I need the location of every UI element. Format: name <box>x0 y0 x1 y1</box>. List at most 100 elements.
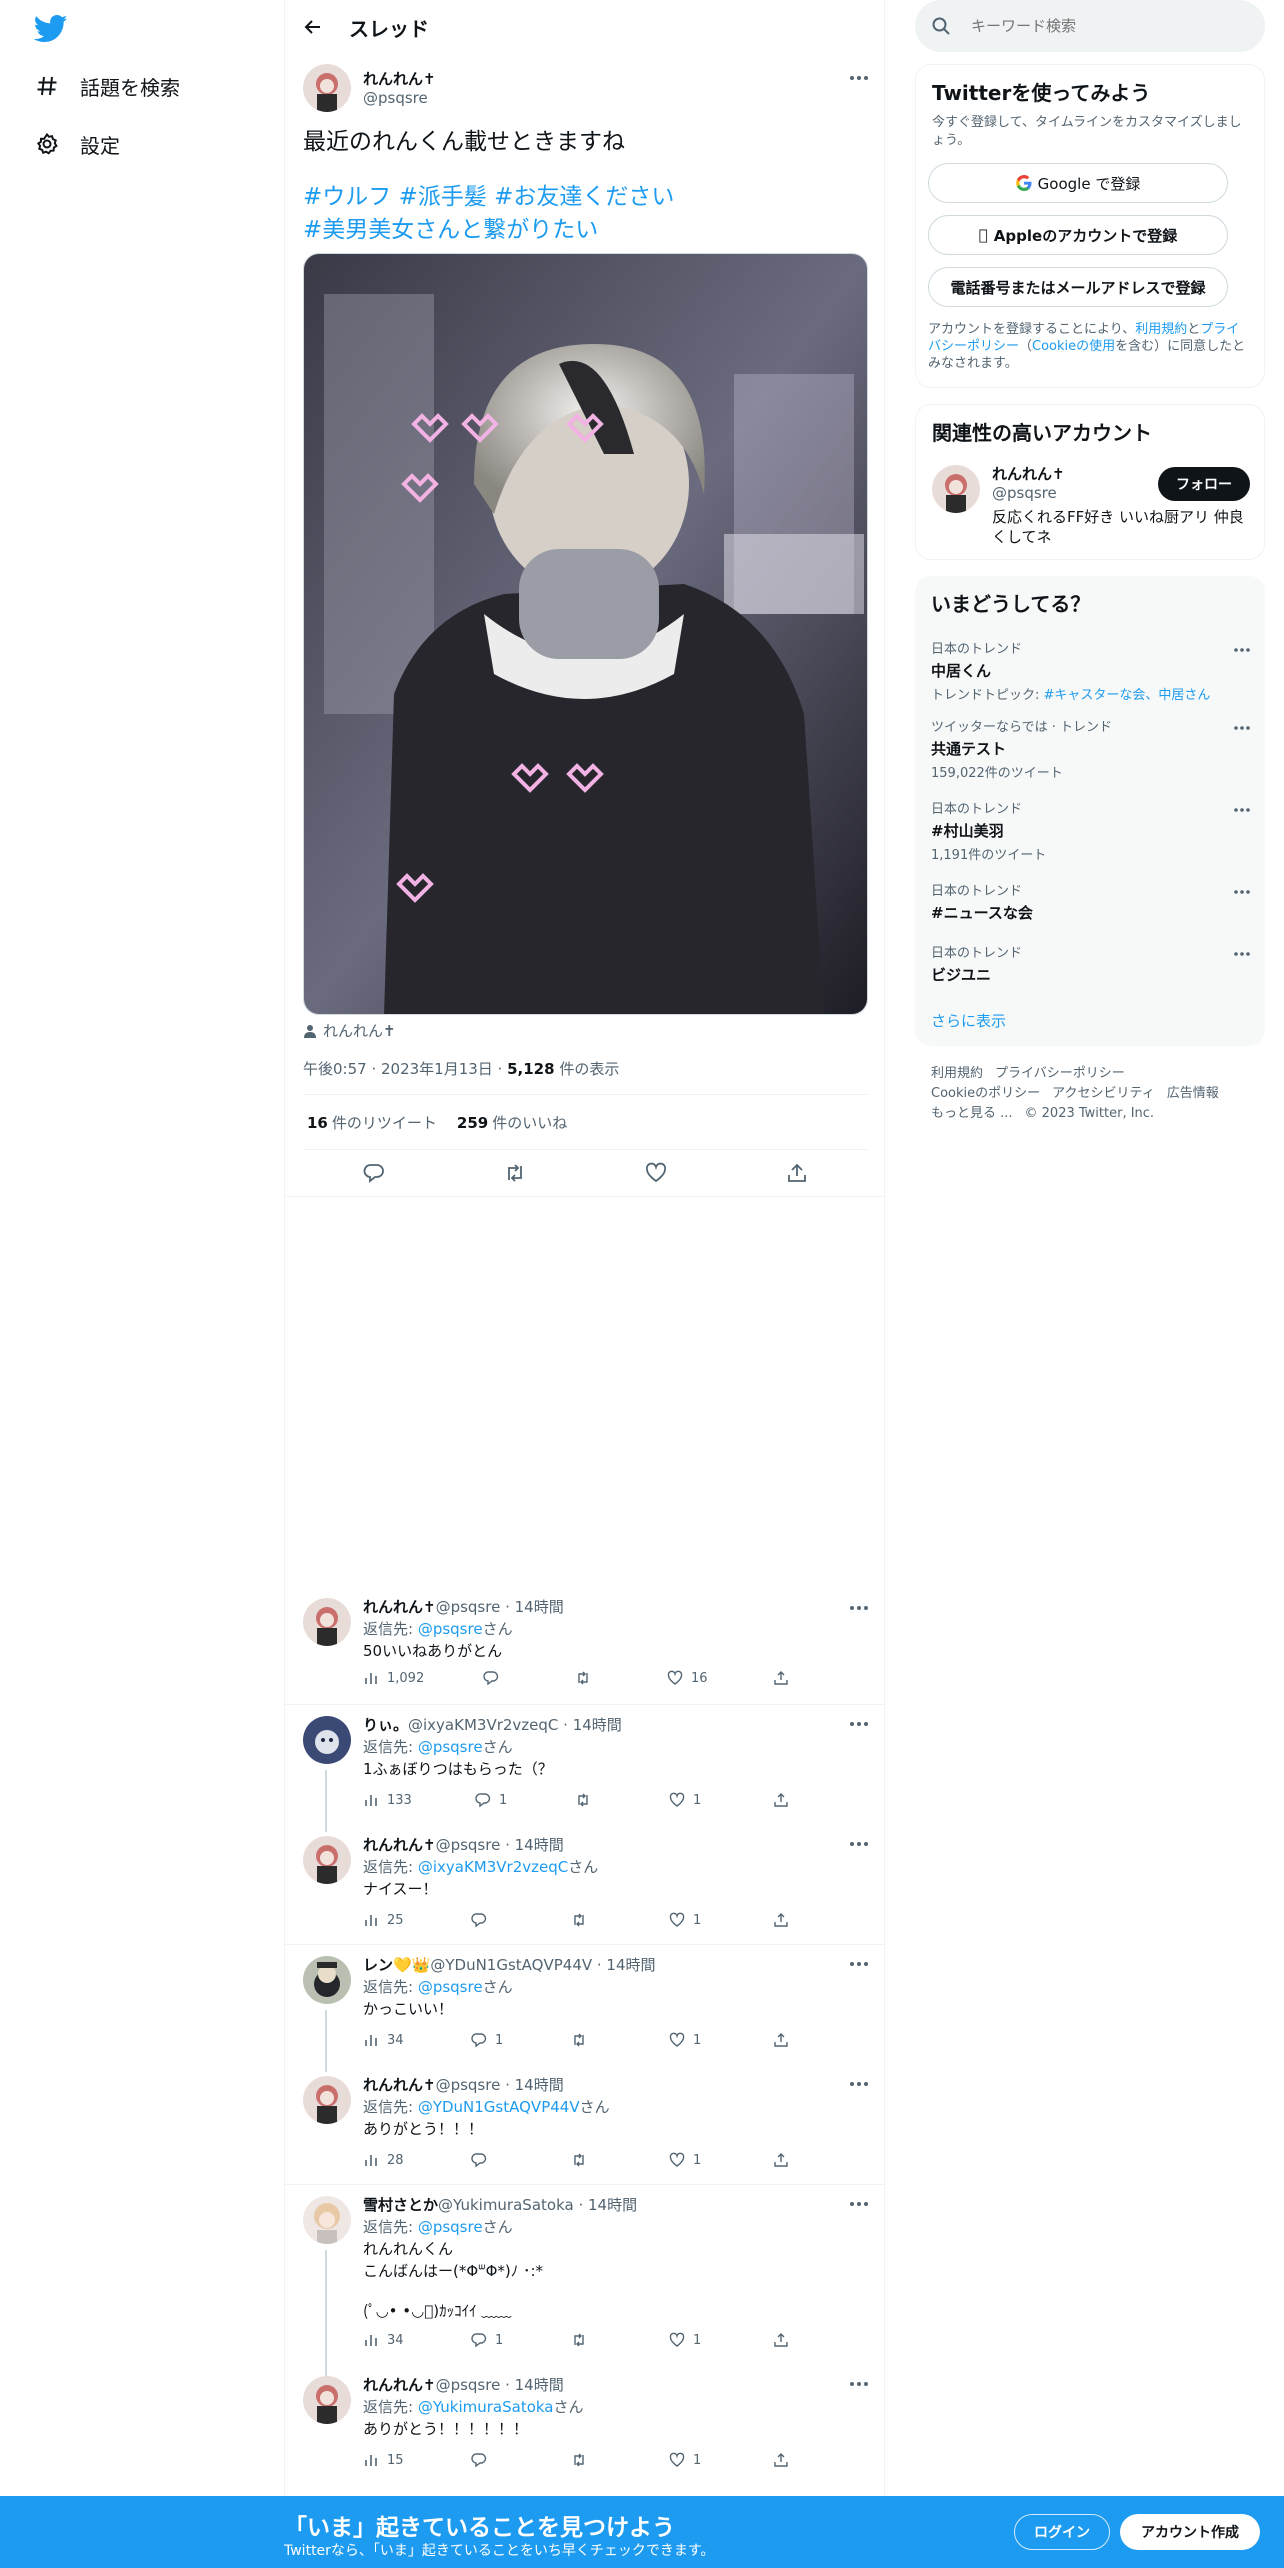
avatar[interactable] <box>303 1716 351 1764</box>
share-icon[interactable] <box>773 2152 789 2168</box>
share-icon[interactable] <box>773 2032 789 2048</box>
reply-author-handle[interactable]: @psqsre · 14時間 <box>436 1598 564 1616</box>
retweet-stat[interactable]: 16 件のリツイート <box>307 1112 437 1133</box>
like-icon[interactable]: 1 <box>669 2332 701 2348</box>
footer-tos-link[interactable]: 利用規約 <box>931 1066 983 1081</box>
related-account-name[interactable]: れんれん✝ <box>992 463 1065 484</box>
reply-author-handle[interactable]: @YDuN1GstAQVP44V · 14時間 <box>430 1956 655 1974</box>
retweet-icon[interactable] <box>571 1912 587 1928</box>
reply-author-name[interactable]: れんれん✝ <box>363 1836 436 1854</box>
retweet-icon[interactable] <box>571 2452 587 2468</box>
retweet-icon[interactable] <box>575 1670 591 1686</box>
views-stat[interactable]: 15 <box>363 2452 404 2468</box>
avatar[interactable] <box>932 465 980 513</box>
reply-author-name[interactable]: れんれん✝ <box>363 2376 436 2394</box>
apple-signup-button[interactable]:  Appleのアカウントで登録 <box>928 215 1228 255</box>
search-bar[interactable] <box>915 0 1265 52</box>
reply-to-link[interactable]: @psqsre <box>418 1738 483 1756</box>
reply-to-link[interactable]: @psqsre <box>418 1978 483 1996</box>
retweet-icon[interactable] <box>571 2152 587 2168</box>
share-icon[interactable] <box>773 1670 789 1686</box>
author-name[interactable]: れんれん✝ <box>363 68 436 89</box>
trend-item[interactable]: ツイッターならでは · トレンド 共通テスト 159,022件のツイート <box>931 716 1251 781</box>
back-arrow-icon[interactable] <box>299 13 327 41</box>
more-options-icon[interactable] <box>847 1954 871 1974</box>
tweet-photo[interactable] <box>303 253 868 1015</box>
reply-tweet[interactable]: れんれん✝@psqsre · 14時間 返信先: @ixyaKM3Vr2vzeq… <box>285 1832 884 1942</box>
follow-button[interactable]: フォロー <box>1158 467 1250 501</box>
show-more-link[interactable]: さらに表示 <box>931 1010 1006 1031</box>
more-options-icon[interactable] <box>1233 942 1251 961</box>
reply-author-name[interactable]: レン💛👑 <box>363 1956 430 1974</box>
footer-cookie-link[interactable]: Cookieのポリシー <box>931 1086 1040 1101</box>
cookie-link[interactable]: Cookieの使用 <box>1032 339 1115 354</box>
reply-to-link[interactable]: @YDuN1GstAQVP44V <box>418 2098 580 2116</box>
share-icon[interactable] <box>773 2332 789 2348</box>
like-icon[interactable]: 16 <box>667 1670 708 1686</box>
reply-author-handle[interactable]: @psqsre · 14時間 <box>436 2076 564 2094</box>
avatar[interactable] <box>303 64 351 112</box>
tweet-timestamp[interactable]: 午後0:57 · 2023年1月13日 · <box>303 1060 507 1078</box>
reply-to-link[interactable]: @psqsre <box>418 2218 483 2236</box>
tweet-hashtags[interactable]: #美男美女さんと繋がりたい <box>303 214 863 247</box>
reply-author-handle[interactable]: @ixyaKM3Vr2vzeqC · 14時間 <box>408 1716 622 1734</box>
trend-item[interactable]: 日本のトレンド ビジユニ <box>931 942 1251 985</box>
trend-item[interactable]: 日本のトレンド 中居くん トレンドトピック: #キャスターな会、中居さん <box>931 638 1251 703</box>
reply-to-link[interactable]: @ixyaKM3Vr2vzeqC <box>418 1858 568 1876</box>
phone-email-signup-button[interactable]: 電話番号またはメールアドレスで登録 <box>928 267 1228 307</box>
avatar[interactable] <box>303 2076 351 2124</box>
like-icon[interactable]: 1 <box>669 2032 701 2048</box>
reply-tweet[interactable]: りぃ。@ixyaKM3Vr2vzeqC · 14時間 返信先: @psqsreさ… <box>285 1710 884 1830</box>
nav-explore[interactable]: 話題を検索 <box>34 66 180 106</box>
footer-ads-link[interactable]: 広告情報 <box>1167 1086 1219 1101</box>
avatar[interactable] <box>303 2376 351 2424</box>
reply-to-link[interactable]: @psqsre <box>418 1620 483 1638</box>
more-options-icon[interactable] <box>847 2194 871 2214</box>
nav-settings[interactable]: 設定 <box>34 124 120 164</box>
reply-author-name[interactable]: れんれん✝ <box>363 1598 436 1616</box>
trend-item[interactable]: 日本のトレンド #ニュースな会 <box>931 880 1251 923</box>
retweet-icon[interactable] <box>571 2332 587 2348</box>
reply-tweet[interactable]: れんれん✝@psqsre · 14時間 返信先: @YukimuraSatoka… <box>285 2372 884 2482</box>
reply-tweet[interactable]: れんれん✝@psqsre · 14時間 返信先: @psqsreさん 50いいね… <box>285 1590 884 1700</box>
retweet-icon[interactable] <box>571 2032 587 2048</box>
retweet-icon[interactable] <box>575 1792 591 1808</box>
reply-to-link[interactable]: @YukimuraSatoka <box>418 2398 554 2416</box>
more-options-icon[interactable] <box>847 1714 871 1734</box>
share-icon[interactable] <box>773 1792 789 1808</box>
avatar[interactable] <box>303 2196 351 2244</box>
like-icon[interactable]: 1 <box>669 2152 701 2168</box>
tagged-user[interactable]: れんれん✝ <box>303 1020 396 1041</box>
share-icon[interactable] <box>773 2452 789 2468</box>
views-stat[interactable]: 34 <box>363 2332 404 2348</box>
author-handle[interactable]: @psqsre <box>363 89 428 107</box>
login-button[interactable]: ログイン <box>1014 2514 1110 2550</box>
search-input[interactable] <box>971 17 1231 35</box>
avatar[interactable] <box>303 1598 351 1646</box>
reply-author-handle[interactable]: @psqsre · 14時間 <box>436 2376 564 2394</box>
twitter-logo-icon[interactable] <box>33 14 68 44</box>
reply-author-handle[interactable]: @psqsre · 14時間 <box>436 1836 564 1854</box>
more-options-icon[interactable] <box>847 1598 871 1618</box>
reply-icon[interactable] <box>471 2152 487 2168</box>
tweet-hashtags[interactable]: #ウルフ #派手髪 #お友達ください <box>303 181 863 214</box>
share-icon[interactable] <box>783 1159 811 1187</box>
footer-privacy-link[interactable]: プライバシーポリシー <box>995 1066 1125 1081</box>
reply-author-name[interactable]: りぃ。 <box>363 1716 408 1734</box>
avatar[interactable] <box>303 1956 351 2004</box>
more-options-icon[interactable] <box>1233 880 1251 899</box>
google-signup-button[interactable]: Google で登録 <box>928 163 1228 203</box>
related-account-handle[interactable]: @psqsre <box>992 484 1057 502</box>
reply-tweet[interactable]: レン💛👑@YDuN1GstAQVP44V · 14時間 返信先: @psqsre… <box>285 1950 884 2070</box>
tos-link[interactable]: 利用規約 <box>1135 322 1187 337</box>
avatar[interactable] <box>303 1836 351 1884</box>
reply-icon[interactable]: 1 <box>475 1792 507 1808</box>
reply-icon[interactable] <box>471 2452 487 2468</box>
views-stat[interactable]: 28 <box>363 2152 404 2168</box>
footer-more-link[interactable]: もっと見る ... <box>931 1106 1013 1121</box>
reply-icon[interactable]: 1 <box>471 2332 503 2348</box>
reply-icon[interactable] <box>471 1912 487 1928</box>
reply-tweet[interactable]: れんれん✝@psqsre · 14時間 返信先: @YDuN1GstAQVP44… <box>285 2072 884 2182</box>
like-icon[interactable] <box>642 1159 670 1187</box>
views-stat[interactable]: 1,092 <box>363 1670 424 1686</box>
